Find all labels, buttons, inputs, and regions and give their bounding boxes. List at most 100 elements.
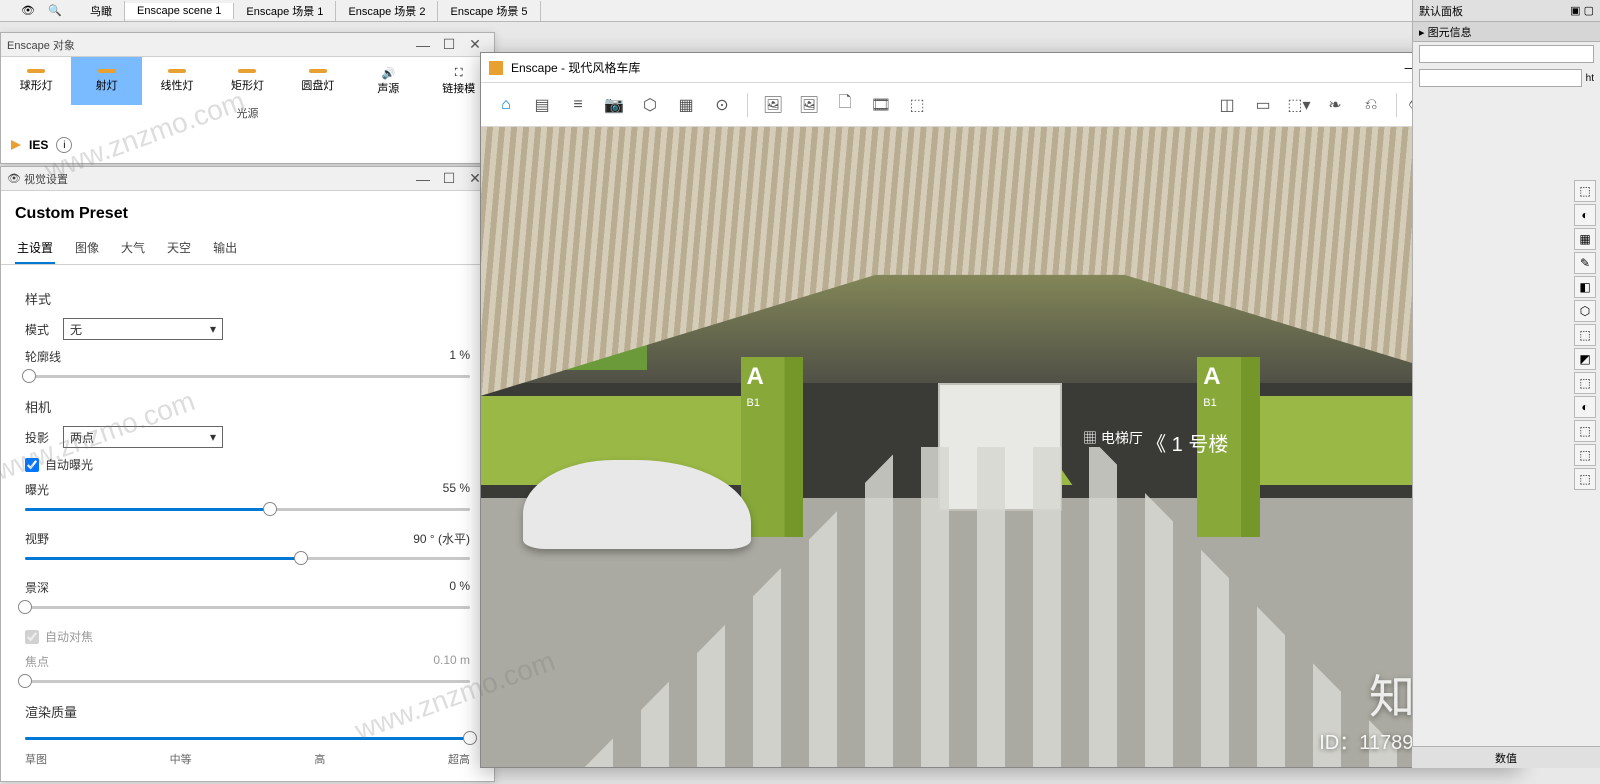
quality-header: 渲染质量 [25,702,470,721]
render-viewport[interactable]: AB1 AB1 A 区 电梯厅 → B1 《 1 号楼 ▦ 电梯厅 知末 ID：… [481,127,1519,767]
link-icon[interactable]: ⎌ [1356,90,1386,120]
scene-tab[interactable]: Enscape scene 1 [125,3,234,19]
outline-value: 1 % [449,348,470,365]
tray-tool-icon[interactable]: ⬚ [1574,420,1596,442]
linear-light-button[interactable]: 线性灯 [142,57,212,105]
video-icon[interactable]: ⊙ [707,90,737,120]
quality-mark: 高 [314,751,325,767]
preset-title: Custom Preset [1,191,494,233]
entity-info-header[interactable]: ▸ 图元信息 [1413,22,1600,42]
manage-views-icon[interactable]: ▤ [527,90,557,120]
close-button[interactable]: ✕ [462,36,488,53]
tray-tool-column: ⬚ ◐ ▦ ✎ ◧ ⬡ ⬚ ◩ ⬚ ◐ ⬚ ⬚ ⬚ [1574,180,1598,490]
enscape-logo-icon [489,61,503,75]
focal-label: 焦点 [25,653,49,670]
tray-tool-icon[interactable]: ⬚ [1574,372,1596,394]
chevron-down-icon: ▾ [210,430,216,444]
tray-tool-icon[interactable]: ◩ [1574,348,1596,370]
default-tray: 默认面板 ▣ ▢ ▸ 图元信息 ht ⬚ ◐ ▦ ✎ ◧ ⬡ ⬚ ◩ ⬚ ◐ ⬚… [1412,0,1600,768]
tray-controls[interactable]: ▣ ▢ [1570,4,1594,17]
enscape-render-window: Enscape - 现代风格车库 — ☐ ✕ ⌂ ▤ ≡ 📷 ⬡ ▦ ⊙ 🖼 🖼… [480,52,1520,768]
tray-tool-icon[interactable]: ▦ [1574,228,1596,250]
mode-select[interactable]: 无▾ [63,318,223,340]
tray-tool-icon[interactable]: ✎ [1574,252,1596,274]
scene-tab[interactable]: Enscape 场景 1 [234,1,336,21]
tray-tool-icon[interactable]: ⬚ [1574,180,1596,202]
dof-value: 0 % [449,579,470,596]
mode-label: 模式 [25,321,63,338]
exe-export-icon[interactable]: ⬚ [902,90,932,120]
visual-settings-panel: 👁 视觉设置 — ☐ ✕ Custom Preset 主设置 图像 大气 天空 … [0,166,495,782]
collab-icon[interactable]: ▭ [1248,90,1278,120]
quality-slider[interactable] [25,731,470,745]
projection-label: 投影 [25,429,63,446]
tray-tool-icon[interactable]: ⬡ [1574,300,1596,322]
camera-header: 相机 [25,397,470,416]
leaf-icon[interactable]: ❧ [1320,90,1350,120]
entity-name-input[interactable] [1419,45,1594,63]
auto-focus-checkbox [25,630,39,644]
info-icon[interactable]: i [56,137,72,153]
maximize-button[interactable]: ☐ [436,36,462,53]
home-icon[interactable]: ⌂ [491,90,521,120]
minimize-button[interactable]: — [410,37,436,53]
window-title: Enscape - 现代风格车库 [511,59,640,76]
exposure-value: 55 % [443,481,470,498]
bim-icon[interactable]: ≡ [563,90,593,120]
tab-image[interactable]: 图像 [73,233,101,264]
tab-main[interactable]: 主设置 [15,233,55,264]
enscape-objects-panel: Enscape 对象 — ☐ ✕ 球形灯 射灯 线性灯 矩形灯 圆盘灯 🔊声源 … [0,32,495,164]
cube-icon[interactable]: ⬚▾ [1284,90,1314,120]
column: AB1 [741,357,803,536]
rect-light-button[interactable]: 矩形灯 [212,57,282,105]
scene-tab[interactable]: Enscape 场景 2 [336,1,438,21]
panorama-icon[interactable]: 🖼 [794,90,824,120]
scene-tab[interactable]: Enscape 场景 5 [438,1,540,21]
tab-atmosphere[interactable]: 大气 [119,233,147,264]
panel-title-label: 视觉设置 [24,171,68,187]
tray-tool-icon[interactable]: ⬚ [1574,324,1596,346]
focal-value: 0.10 m [433,653,470,670]
orbit-icon[interactable]: 👁 [8,4,48,17]
maximize-button[interactable]: ☐ [436,170,462,187]
search-icon[interactable]: 🔍 [48,4,78,17]
measurements-box: 数值 [1412,746,1600,768]
issue-icon[interactable]: ⬡ [635,90,665,120]
screenshot-icon[interactable]: 📷 [599,90,629,120]
projection-select[interactable]: 两点▾ [63,426,223,448]
outline-label: 轮廓线 [25,348,61,365]
auto-exposure-checkbox[interactable] [25,458,39,472]
dof-slider[interactable] [25,600,470,614]
fov-value: 90 ° (水平) [413,530,470,547]
light-group-label: 光源 [1,105,494,127]
spot-light-button[interactable]: 射灯 [71,57,141,105]
tab-sky[interactable]: 天空 [165,233,193,264]
building-sign: 《 1 号楼 [1146,428,1228,457]
tray-tool-icon[interactable]: ⬚ [1574,468,1596,490]
sphere-light-button[interactable]: 球形灯 [1,57,71,105]
video-export-icon[interactable]: 🎞 [866,90,896,120]
exposure-slider[interactable] [25,502,470,516]
asset-library-icon[interactable]: ▦ [671,90,701,120]
fov-label: 视野 [25,530,49,547]
ies-label: IES [29,138,48,152]
tab-output[interactable]: 输出 [211,233,239,264]
fov-slider[interactable] [25,551,470,565]
scene-tab[interactable]: 鸟瞰 [78,1,125,21]
disk-light-button[interactable]: 圆盘灯 [283,57,353,105]
chevron-down-icon: ▾ [210,322,216,336]
minimize-button[interactable]: — [410,171,436,187]
tray-tool-icon[interactable]: ◧ [1574,276,1596,298]
entity-field-input[interactable] [1419,69,1582,87]
tray-tool-icon[interactable]: ⬚ [1574,444,1596,466]
tray-tool-icon[interactable]: ◐ [1574,396,1596,418]
focal-slider [25,674,470,688]
auto-exposure-label: 自动曝光 [45,456,93,473]
sound-source-button[interactable]: 🔊声源 [353,57,423,105]
capture-icon[interactable]: 🖼 [758,90,788,120]
tray-title: 默认面板 [1419,3,1463,19]
outline-slider[interactable] [25,369,470,383]
tray-tool-icon[interactable]: ◐ [1574,204,1596,226]
vr-icon[interactable]: ◫ [1212,90,1242,120]
batch-icon[interactable]: 🗋 [830,90,860,120]
